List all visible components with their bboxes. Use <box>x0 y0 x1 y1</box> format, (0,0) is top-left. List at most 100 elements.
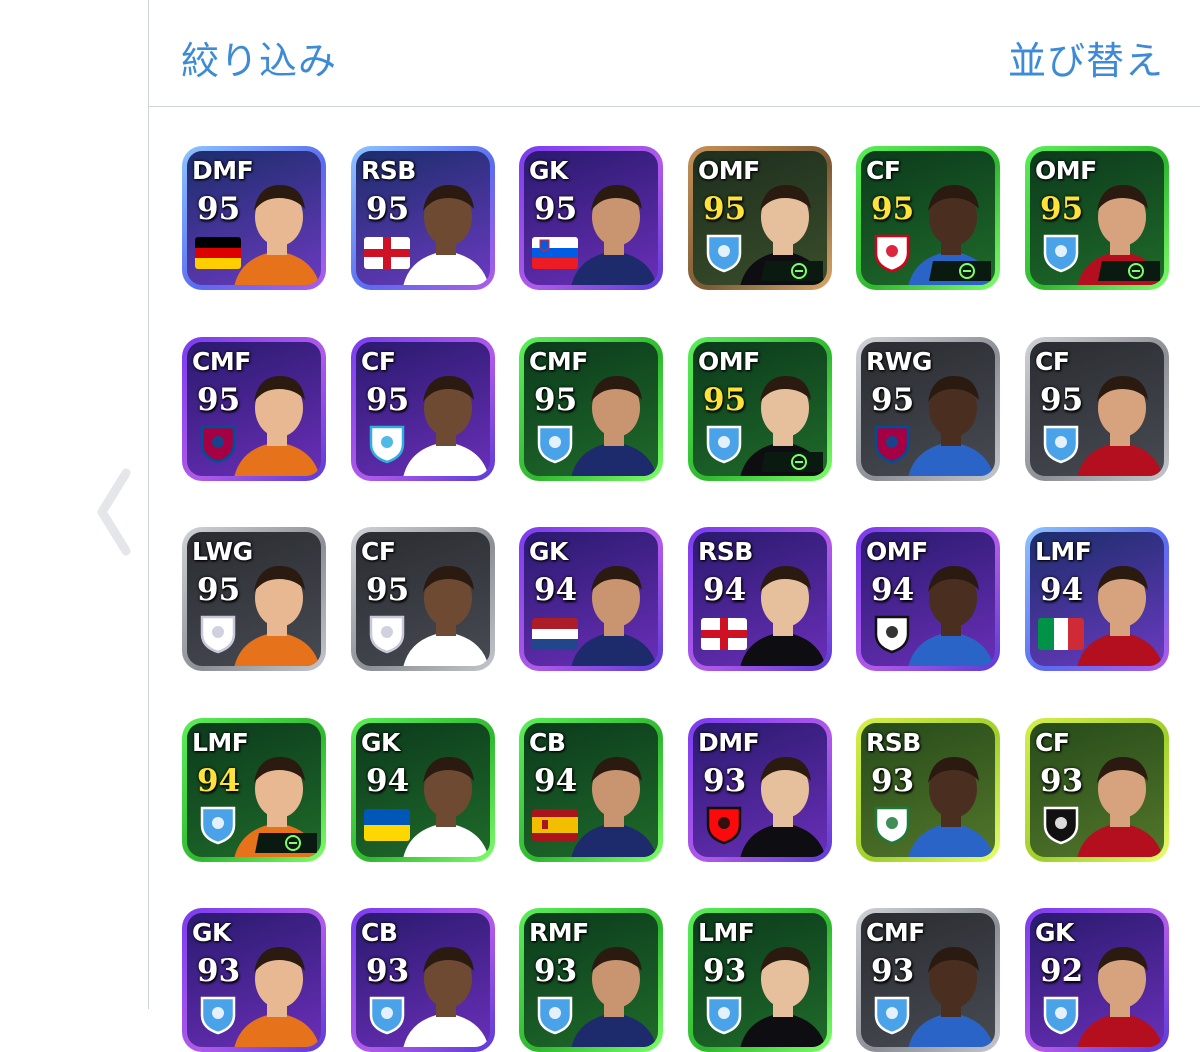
card-position: OMF <box>698 156 760 185</box>
card-position: LMF <box>1035 537 1092 566</box>
lyon-crest-icon <box>873 233 911 273</box>
club-crest-icon <box>873 995 911 1035</box>
player-portrait <box>740 566 826 666</box>
card-position: DMF <box>192 156 254 185</box>
card-rating: 94 <box>703 572 747 608</box>
player-card-face: CF 93 <box>1030 723 1164 857</box>
card-rating: 93 <box>197 953 241 989</box>
filter-button[interactable]: 絞り込み <box>181 30 337 85</box>
marseille-crest-icon <box>368 424 406 464</box>
card-position: GK <box>361 728 400 757</box>
card-position: CMF <box>529 347 588 376</box>
player-card[interactable]: LMF 94 <box>182 718 326 862</box>
club-crest-icon <box>536 424 574 464</box>
player-portrait <box>908 566 994 666</box>
card-rating: 94 <box>534 572 578 608</box>
sort-button[interactable]: 並び替え <box>1008 30 1164 85</box>
player-card[interactable]: CF 95 <box>1025 337 1169 481</box>
card-rating: 93 <box>703 763 747 799</box>
barcelona-crest-icon <box>199 424 237 464</box>
left-pane <box>0 0 149 1009</box>
player-card[interactable]: DMF 95 <box>182 146 326 290</box>
player-card-face: OMF 95 <box>693 342 827 476</box>
club-crest-icon <box>705 233 743 273</box>
player-card-face: OMF 95 <box>693 151 827 285</box>
card-rating: 95 <box>366 572 410 608</box>
player-portrait <box>571 757 657 857</box>
card-position: LMF <box>192 728 249 757</box>
player-card[interactable]: CB 94 <box>519 718 663 862</box>
card-position: OMF <box>1035 156 1097 185</box>
botafogo-crest-icon <box>1042 805 1080 845</box>
card-position: CB <box>529 728 566 757</box>
player-card[interactable]: CF 95 <box>856 146 1000 290</box>
player-card[interactable]: CF 95 <box>351 337 495 481</box>
card-position: CMF <box>866 918 925 947</box>
card-rating: 95 <box>366 191 410 227</box>
card-rating: 93 <box>366 953 410 989</box>
madrid-crest-icon <box>199 614 237 654</box>
card-rating: 94 <box>871 572 915 608</box>
player-card[interactable]: CF 95 <box>351 527 495 671</box>
player-portrait <box>1077 757 1163 857</box>
player-card[interactable]: LMF 93 <box>688 908 832 1052</box>
player-card[interactable]: OMF 94 <box>856 527 1000 671</box>
card-position: GK <box>192 918 231 947</box>
player-card-face: OMF 94 <box>861 532 995 666</box>
player-card[interactable]: OMF 95 <box>688 146 832 290</box>
player-card[interactable]: RSB 94 <box>688 527 832 671</box>
player-portrait <box>740 947 826 1047</box>
player-card-face: GK 92 <box>1030 913 1164 1047</box>
player-portrait <box>403 376 489 476</box>
player-card[interactable]: CMF 93 <box>856 908 1000 1052</box>
card-rating: 95 <box>1040 191 1084 227</box>
player-card[interactable]: CMF 95 <box>519 337 663 481</box>
player-card-face: GK 94 <box>524 532 658 666</box>
player-card[interactable]: RSB 95 <box>351 146 495 290</box>
player-card[interactable]: OMF 95 <box>688 337 832 481</box>
player-card[interactable]: RMF 93 <box>519 908 663 1052</box>
card-position: RMF <box>529 918 589 947</box>
player-card[interactable]: GK 92 <box>1025 908 1169 1052</box>
player-card[interactable]: RSB 93 <box>856 718 1000 862</box>
player-card[interactable]: GK 94 <box>519 527 663 671</box>
player-card-face: CB 93 <box>356 913 490 1047</box>
card-position: GK <box>529 537 568 566</box>
club-crest-icon <box>368 995 406 1035</box>
club-crest-icon <box>1042 233 1080 273</box>
chevron-left-icon[interactable] <box>92 465 138 560</box>
england-flag-icon <box>364 237 410 269</box>
player-card-face: CF 95 <box>356 532 490 666</box>
player-card[interactable]: OMF 95 <box>1025 146 1169 290</box>
player-card[interactable]: GK 94 <box>351 718 495 862</box>
player-card[interactable]: LWG 95 <box>182 527 326 671</box>
player-portrait <box>403 757 489 857</box>
card-rating: 93 <box>1040 763 1084 799</box>
card-position: LWG <box>192 537 253 566</box>
efootball-e-icon <box>929 261 991 281</box>
card-position: OMF <box>698 347 760 376</box>
player-portrait <box>908 757 994 857</box>
player-card-face: GK 94 <box>356 723 490 857</box>
player-card-face: OMF 95 <box>1030 151 1164 285</box>
player-portrait <box>908 947 994 1047</box>
player-card[interactable]: CMF 95 <box>182 337 326 481</box>
card-position: RSB <box>866 728 921 757</box>
card-rating: 95 <box>197 191 241 227</box>
card-rating: 94 <box>197 763 241 799</box>
player-portrait <box>1077 947 1163 1047</box>
card-rating: 95 <box>703 382 747 418</box>
card-rating: 95 <box>1040 382 1084 418</box>
player-card[interactable]: CF 93 <box>1025 718 1169 862</box>
player-card[interactable]: GK 93 <box>182 908 326 1052</box>
player-card[interactable]: LMF 94 <box>1025 527 1169 671</box>
card-position: RSB <box>698 537 753 566</box>
player-portrait <box>234 185 320 285</box>
card-rating: 93 <box>871 763 915 799</box>
club-crest-icon <box>199 995 237 1035</box>
player-card[interactable]: DMF 93 <box>688 718 832 862</box>
card-position: CF <box>866 156 901 185</box>
player-card[interactable]: CB 93 <box>351 908 495 1052</box>
player-card[interactable]: RWG 95 <box>856 337 1000 481</box>
player-card[interactable]: GK 95 <box>519 146 663 290</box>
